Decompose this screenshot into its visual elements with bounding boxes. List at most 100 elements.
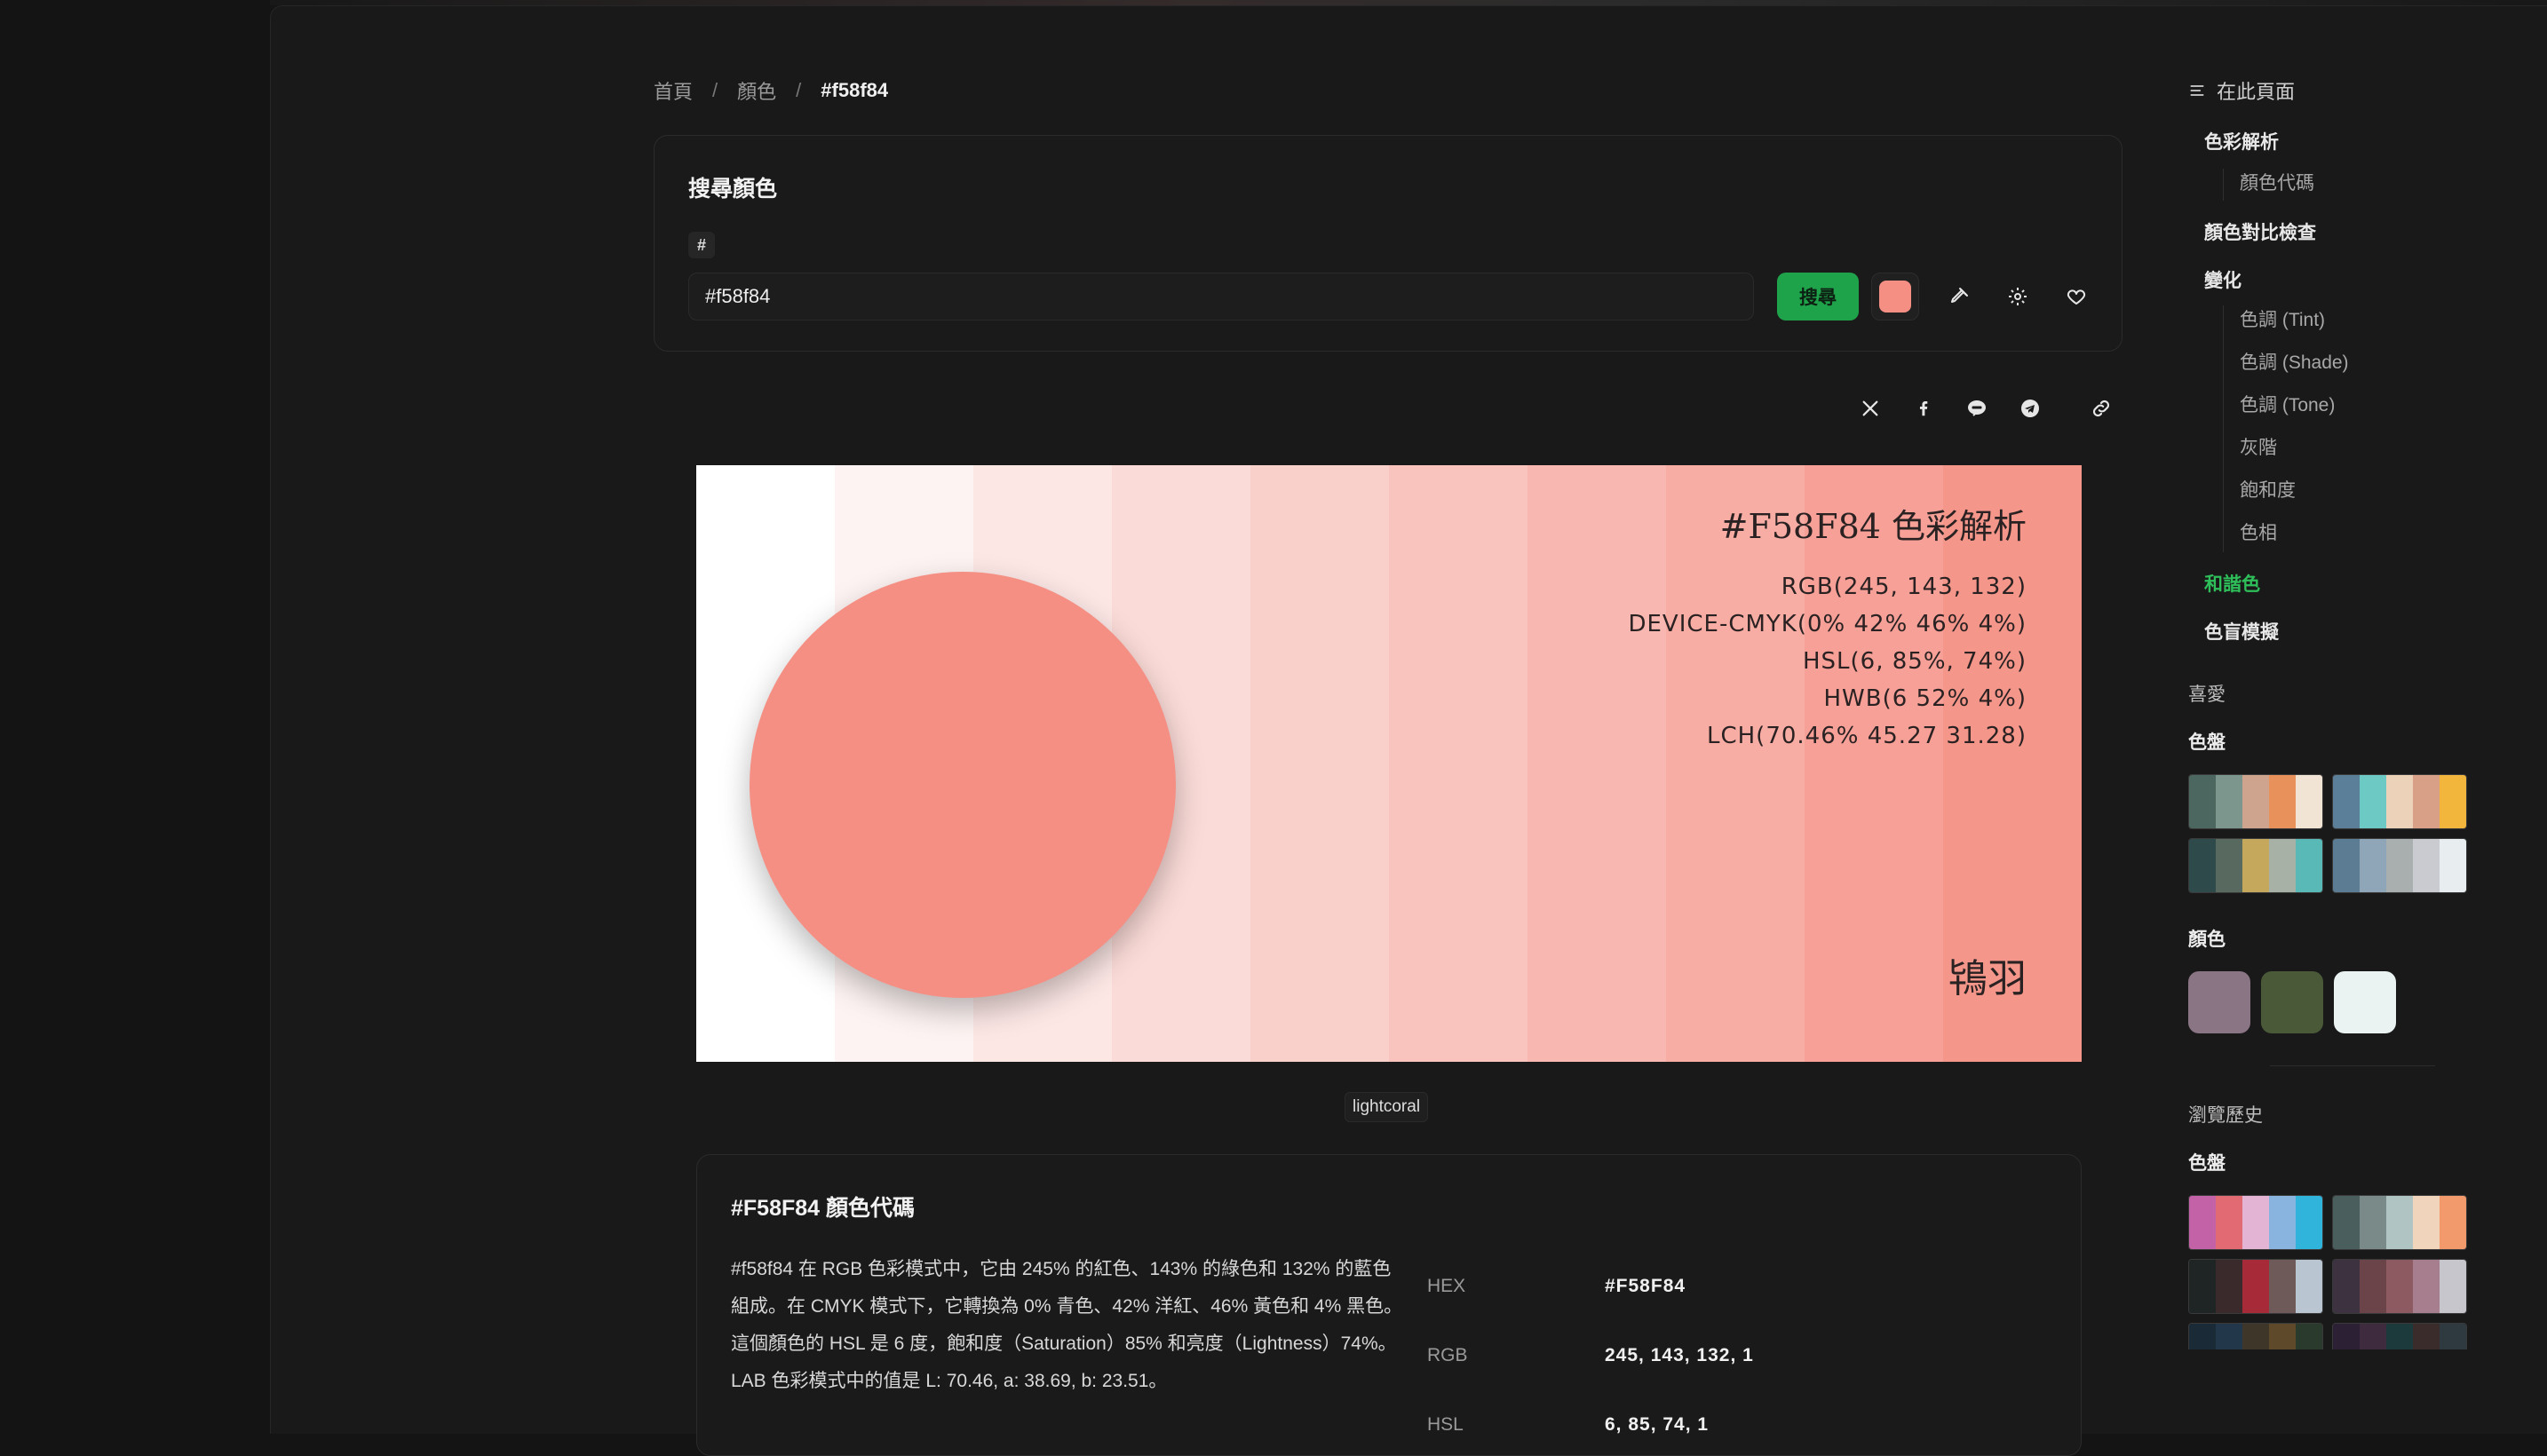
color-analysis-image: #F58F84 色彩解析 RGB(245, 143, 132) DEVICE-C… — [696, 465, 2082, 1062]
sidebar-divider — [2270, 1065, 2435, 1066]
palette-color — [2333, 775, 2360, 828]
toc-item-variations[interactable]: 變化 — [2204, 266, 2242, 293]
history-palette[interactable] — [2188, 1323, 2323, 1349]
palette-color — [2413, 839, 2440, 892]
breadcrumb-home[interactable]: 首頁 — [654, 76, 693, 105]
palette-color — [2242, 1196, 2269, 1249]
toc-guide-line — [2223, 305, 2224, 552]
eyedropper-button[interactable] — [1935, 273, 1983, 320]
eyedropper-icon — [1951, 288, 1968, 303]
palette-color — [2216, 1260, 2242, 1313]
history-palette[interactable] — [2332, 1323, 2467, 1349]
history-palette[interactable] — [2332, 1195, 2467, 1250]
current-color-swatch — [1879, 281, 1911, 313]
palette-color — [2386, 839, 2413, 892]
palette-color — [2296, 1196, 2322, 1249]
palette-color — [2216, 839, 2242, 892]
favorites-palettes-label: 色盤 — [2188, 732, 2226, 753]
search-title: 搜尋顏色 — [688, 177, 778, 202]
favorite-color-swatch[interactable] — [2261, 971, 2323, 1033]
hero-hsl: HSL(6, 85%, 74%) — [1802, 648, 2027, 675]
share-facebook-button[interactable] — [1906, 391, 1941, 426]
hash-prefix-chip: # — [688, 232, 715, 258]
favorite-button[interactable] — [2052, 273, 2100, 320]
hero-lch: LCH(70.46% 45.27 31.28) — [1706, 723, 2027, 749]
toc-item-hue[interactable]: 色相 — [2240, 518, 2277, 545]
palette-color — [2440, 839, 2466, 892]
palette-color — [2440, 775, 2466, 828]
toc-item-grayscale[interactable]: 灰階 — [2240, 433, 2277, 460]
tint-band — [1666, 465, 1805, 1062]
hero-hwb: HWB(6 52% 4%) — [1823, 685, 2027, 712]
palette-color — [2189, 1324, 2216, 1349]
share-line-button[interactable] — [1959, 391, 1995, 426]
color-search-input[interactable] — [688, 273, 1754, 320]
color-code-description: #f58f84 在 RGB 色彩模式中，它由 245% 的紅色、143% 的綠色… — [731, 1259, 1403, 1391]
link-icon — [2092, 400, 2110, 417]
toc-item-analysis[interactable]: 色彩解析 — [2204, 128, 2279, 154]
palette-color — [2333, 1196, 2360, 1249]
palette-color — [2360, 1260, 2386, 1313]
search-button[interactable]: 搜尋 — [1777, 273, 1859, 320]
toc-item-tone[interactable]: 色調 (Tone) — [2240, 391, 2335, 417]
palette-color — [2413, 1324, 2440, 1349]
palette-color — [2440, 1260, 2466, 1313]
toc-item-tint[interactable]: 色調 (Tint) — [2240, 305, 2325, 332]
palette-color — [2440, 1324, 2466, 1349]
breadcrumb: 首頁 / 顏色 / #f58f84 — [654, 76, 888, 105]
line-icon — [1968, 400, 1986, 416]
palette-color — [2296, 775, 2322, 828]
palette-color — [2269, 775, 2296, 828]
favorite-palette[interactable] — [2188, 774, 2323, 829]
favorites-colors-label: 顏色 — [2188, 930, 2226, 950]
palette-color — [2386, 775, 2413, 828]
tint-band — [1805, 465, 1944, 1062]
toc-item-harmony[interactable]: 和諧色 — [2204, 570, 2260, 597]
share-telegram-button[interactable] — [2012, 391, 2048, 426]
toc-guide-line — [2223, 169, 2224, 201]
code-row-key: HSL — [1427, 1414, 1464, 1435]
gear-icon — [2009, 288, 2027, 305]
color-picker-button[interactable] — [1871, 273, 1919, 320]
palette-color — [2413, 1260, 2440, 1313]
hero-cmyk: DEVICE-CMYK(0% 42% 46% 4%) — [1628, 611, 2027, 637]
palette-color — [2296, 1324, 2322, 1349]
color-circle — [750, 572, 1176, 998]
toc-item-shade[interactable]: 色調 (Shade) — [2240, 348, 2349, 375]
copy-link-button[interactable] — [2083, 391, 2119, 426]
palette-color — [2360, 839, 2386, 892]
code-row-value[interactable]: 6, 85, 74, 1 — [1605, 1414, 1709, 1436]
toc-item-color-code[interactable]: 顏色代碼 — [2240, 169, 2314, 195]
favorite-color-swatch[interactable] — [2188, 971, 2250, 1033]
palette-color — [2333, 1260, 2360, 1313]
history-palette[interactable] — [2188, 1195, 2323, 1250]
settings-button[interactable] — [1994, 273, 2042, 320]
favorites-label: 喜愛 — [2188, 684, 2226, 705]
toc-item-contrast[interactable]: 顏色對比檢查 — [2204, 218, 2316, 245]
breadcrumb-colors[interactable]: 顏色 — [737, 76, 776, 105]
breadcrumb-separator: / — [796, 79, 802, 101]
tint-band — [1389, 465, 1528, 1062]
palette-color — [2242, 1324, 2269, 1349]
code-row-value[interactable]: 245, 143, 132, 1 — [1605, 1345, 1754, 1366]
palette-color — [2296, 1260, 2322, 1313]
favorite-palette[interactable] — [2332, 838, 2467, 893]
palette-color — [2296, 839, 2322, 892]
color-code-title: #F58F84 顏色代碼 — [731, 1196, 916, 1221]
history-palette[interactable] — [2332, 1259, 2467, 1314]
toc-item-saturation[interactable]: 飽和度 — [2240, 476, 2296, 502]
share-x-button[interactable] — [1853, 391, 1888, 426]
search-card: 搜尋顏色 # 搜尋 — [654, 135, 2122, 352]
code-row-value[interactable]: #F58F84 — [1605, 1276, 1686, 1297]
favorite-palette[interactable] — [2332, 774, 2467, 829]
favorite-color-swatch[interactable] — [2334, 971, 2396, 1033]
breadcrumb-current: #f58f84 — [821, 79, 889, 101]
palette-color — [2333, 1324, 2360, 1349]
heart-icon — [2067, 289, 2086, 305]
favorite-palette[interactable] — [2188, 838, 2323, 893]
history-palette[interactable] — [2188, 1259, 2323, 1314]
palette-color — [2189, 1260, 2216, 1313]
palette-color — [2269, 1324, 2296, 1349]
toc-item-colorblind[interactable]: 色盲模擬 — [2204, 618, 2279, 645]
toc-heading: 在此頁面 — [2188, 76, 2295, 105]
